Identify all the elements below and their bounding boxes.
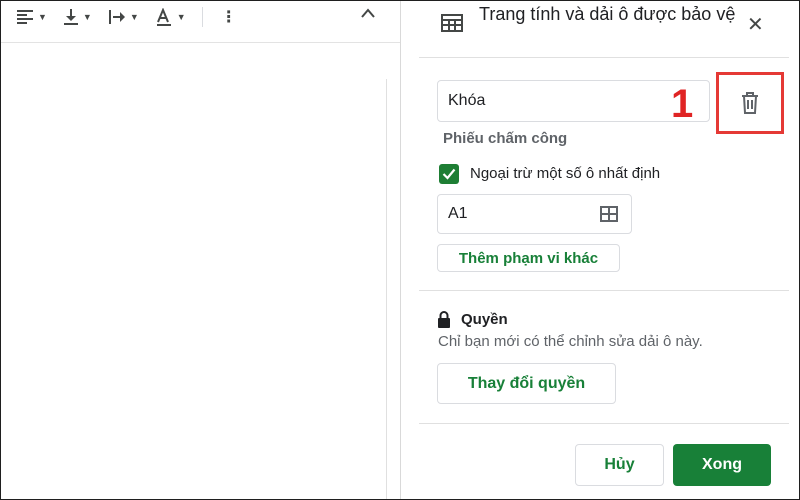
description-input[interactable]: Khóa <box>437 80 710 122</box>
text-rotation-icon <box>156 8 171 26</box>
text-wrapping-button[interactable]: ▼ <box>108 6 139 28</box>
range-value: A1 <box>448 205 468 222</box>
close-icon[interactable]: ✕ <box>747 12 764 37</box>
cancel-button[interactable]: Hủy <box>575 444 664 486</box>
change-permissions-button[interactable]: Thay đổi quyền <box>437 363 616 404</box>
done-button[interactable]: Xong <box>673 444 771 486</box>
step-number-annotation: 1 <box>671 82 694 126</box>
add-range-button[interactable]: Thêm phạm vi khác <box>437 244 620 272</box>
toolbar-divider <box>201 7 203 27</box>
divider <box>419 423 789 424</box>
permissions-title: Quyền <box>461 311 508 328</box>
vertical-align-button[interactable]: ▼ <box>63 6 92 28</box>
divider <box>419 290 789 291</box>
chevron-down-icon: ▼ <box>82 12 92 22</box>
permissions-description: Chỉ bạn mới có thể chỉnh sửa dải ô này. <box>438 333 703 350</box>
grid-column-line <box>386 79 387 500</box>
chevron-down-icon: ▼ <box>129 12 139 22</box>
formula-bar[interactable] <box>0 42 400 80</box>
divider <box>419 57 789 58</box>
align-left-icon <box>17 10 33 24</box>
more-vert-icon[interactable]: ⋮ <box>221 7 237 27</box>
protected-ranges-panel: Trang tính và dải ô được bảo vệ ✕ Khóa 1… <box>401 0 800 500</box>
chevron-up-icon[interactable] <box>360 6 376 22</box>
lock-icon <box>438 311 450 328</box>
panel-title: Trang tính và dải ô được bảo vệ <box>479 4 736 24</box>
chevron-down-icon: ▼ <box>176 12 186 22</box>
table-icon <box>441 14 463 32</box>
chevron-down-icon: ▼ <box>38 12 47 22</box>
delete-button[interactable] <box>716 72 784 134</box>
sheet-name-label: Phiếu chấm công <box>443 130 568 147</box>
text-wrap-icon <box>108 10 125 24</box>
trash-icon <box>742 92 758 114</box>
spreadsheet-grid[interactable] <box>0 79 400 500</box>
text-rotation-button[interactable]: ▼ <box>155 6 186 28</box>
horizontal-align-button[interactable]: ▼ <box>16 6 47 28</box>
except-cells-label: Ngoại trừ một số ô nhất định <box>470 165 661 182</box>
except-cells-checkbox[interactable] <box>439 164 459 184</box>
select-range-icon[interactable] <box>600 206 618 222</box>
check-icon <box>442 168 456 180</box>
vertical-align-bottom-icon <box>63 9 78 25</box>
sheets-toolbar: ▼ ▼ ▼ ▼ ⋮ <box>0 0 410 34</box>
